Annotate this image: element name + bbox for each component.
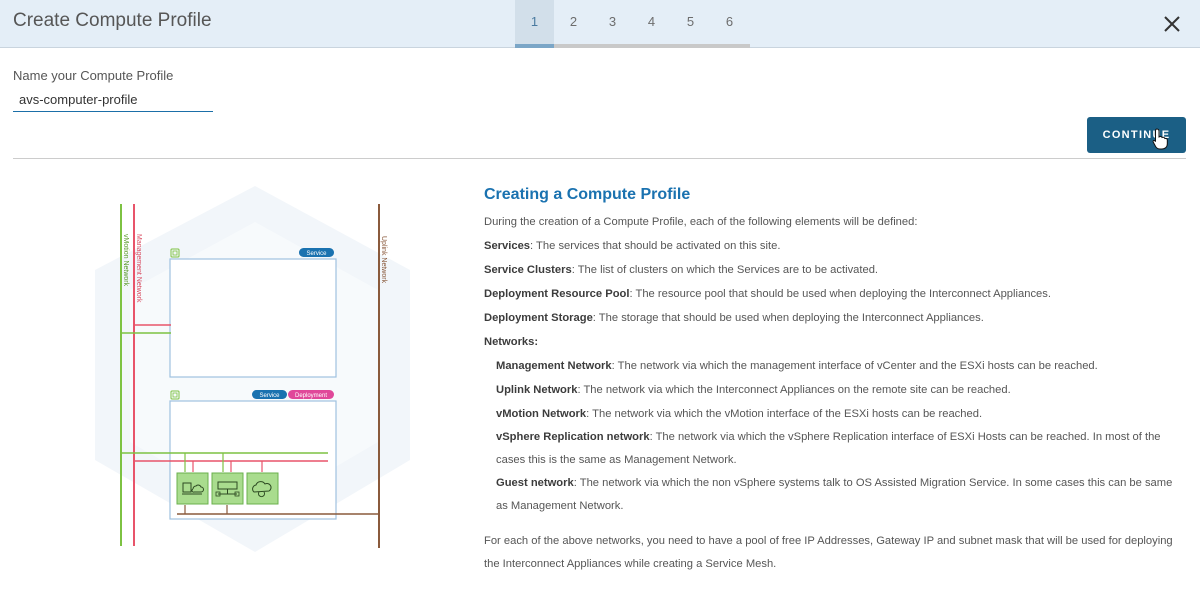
dialog-title: Create Compute Profile [13, 10, 212, 31]
header-divider [13, 158, 1186, 159]
continue-button[interactable]: CONTINUE [1087, 117, 1186, 153]
step-6-tab[interactable]: 6 [710, 0, 749, 48]
info-network-replication: vSphere Replication network: The network… [496, 431, 1161, 466]
appliance-icon [246, 472, 279, 505]
info-network-uplink: Uplink Network: The network via which th… [496, 384, 1011, 396]
info-item-storage: Deployment Storage: The storage that sho… [484, 312, 984, 324]
info-item-services: Services: The services that should be ac… [484, 240, 781, 252]
deployment-badge-label: Deployment [295, 393, 327, 399]
info-network-vmotion: vMotion Network: The network via which t… [496, 408, 983, 420]
uplink-network-label: Uplink Network [380, 236, 387, 284]
info-item-resource-pool: Deployment Resource Pool: The resource p… [484, 288, 1051, 300]
info-heading: Creating a Compute Profile [484, 186, 691, 203]
management-network-label: Management Network [135, 234, 142, 303]
appliance-icon [211, 472, 244, 505]
close-icon[interactable] [1158, 10, 1186, 38]
compute-profile-info: Creating a Compute Profile During the cr… [484, 186, 1184, 576]
step-5-tab[interactable]: 5 [671, 0, 710, 48]
steps-progress-active [515, 44, 554, 48]
vmotion-network-label: vMotion Network [122, 234, 129, 287]
info-network-guest: Guest network: The network via which the… [496, 477, 1173, 512]
info-item-service-clusters: Service Clusters: The list of clusters o… [484, 264, 879, 276]
step-3-tab[interactable]: 3 [593, 0, 632, 48]
service-badge-label: Service [259, 393, 280, 399]
compute-profile-diagram: vMotion Network Management Network Uplin… [0, 170, 440, 590]
profile-name-label: Name your Compute Profile [13, 68, 174, 83]
info-intro: During the creation of a Compute Profile… [484, 216, 918, 228]
step-2-tab[interactable]: 2 [554, 0, 593, 48]
step-4-tab[interactable]: 4 [632, 0, 671, 48]
profile-name-input[interactable] [13, 88, 213, 112]
appliance-icon [176, 472, 209, 505]
service-cluster-box [169, 258, 337, 378]
info-network-management: Management Network: The network via whic… [496, 360, 1098, 372]
step-1-tab[interactable]: 1 [515, 0, 554, 48]
service-badge-label: Service [306, 251, 327, 257]
info-footer: For each of the above networks, you need… [484, 535, 1173, 570]
dialog-header: Create Compute Profile 1 2 3 4 5 6 [0, 0, 1200, 48]
step-indicator: 1 2 3 4 5 6 [515, 0, 750, 48]
info-networks-label: Networks: [484, 336, 539, 348]
